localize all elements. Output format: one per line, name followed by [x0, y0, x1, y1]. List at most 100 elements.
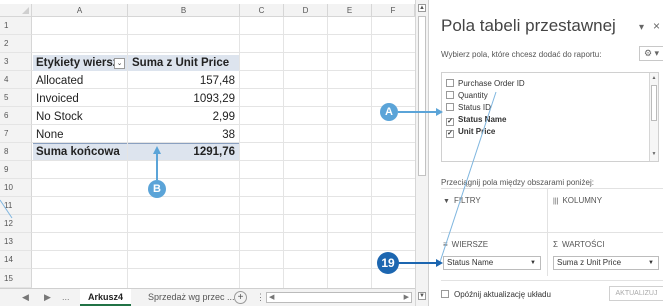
tab-scroll-prev-icon[interactable]: ◀: [22, 292, 29, 303]
chevron-down-icon[interactable]: ▼: [648, 257, 654, 269]
rows-area[interactable]: ≡ WIERSZE: [443, 240, 488, 249]
tab-more-ellipsis[interactable]: ...: [62, 292, 70, 302]
values-area[interactable]: Σ WARTOŚCI: [553, 240, 604, 249]
pane-title: Pola tabeli przestawnej: [441, 16, 616, 35]
pivot-values-header[interactable]: Suma z Unit Price: [128, 55, 239, 71]
pivot-row-label[interactable]: Invoiced: [33, 91, 127, 107]
pivot-row-label[interactable]: No Stock: [33, 109, 127, 125]
defer-update-label: Opóźnij aktualizację układu: [454, 290, 551, 299]
values-field-sum-unit-price[interactable]: Suma z Unit Price ▼: [553, 256, 659, 270]
rows-icon: ≡: [443, 240, 448, 249]
field-label: Unit Price: [458, 127, 496, 136]
field-label: Status Name: [458, 115, 507, 124]
field-purchase-order-id[interactable]: Purchase Order ID: [446, 79, 525, 88]
row-header-12[interactable]: 12: [0, 215, 32, 233]
columns-area-label: KOLUMNY: [562, 196, 603, 205]
filters-area[interactable]: ▼ FILTRY: [443, 196, 481, 205]
gridline: [283, 17, 284, 288]
column-header-b[interactable]: B: [128, 4, 240, 17]
pivot-grand-total-label[interactable]: Suma końcowa: [33, 143, 127, 160]
row-labels-filter-button[interactable]: ⌄: [114, 58, 125, 69]
row-header-11[interactable]: 11: [0, 197, 32, 215]
row-header-8[interactable]: 8: [0, 143, 32, 161]
select-all-corner[interactable]: [0, 4, 32, 17]
tools-gear-icon[interactable]: ⚙ ▾: [639, 46, 663, 61]
pivot-row-labels-header[interactable]: Etykiety wierszy: [33, 55, 127, 71]
values-field-label: Suma z Unit Price: [557, 258, 622, 267]
divider: [441, 232, 663, 233]
gridline: [32, 268, 415, 269]
row-header-7[interactable]: 7: [0, 125, 32, 143]
scroll-down-icon[interactable]: ▼: [651, 151, 657, 157]
gridline: [32, 214, 415, 215]
rows-field-status-name[interactable]: Status Name ▼: [443, 256, 541, 270]
chevron-down-icon[interactable]: ▼: [530, 257, 536, 269]
spreadsheet: A B C D E F 1 2 3 4 5 6 7 8 9 10 11 12 1…: [0, 0, 415, 306]
scrollbar-thumb[interactable]: [651, 85, 657, 121]
checkbox[interactable]: [441, 290, 449, 298]
horizontal-scrollbar[interactable]: ◀ ▶: [266, 292, 412, 303]
column-header-f[interactable]: F: [372, 4, 415, 17]
row-header-1[interactable]: 1: [0, 17, 32, 35]
field-quantity[interactable]: Quantity: [446, 91, 488, 100]
callout-b: B: [148, 180, 166, 198]
column-header-d[interactable]: D: [284, 4, 328, 17]
checkbox[interactable]: [446, 79, 454, 87]
column-header-a[interactable]: A: [32, 4, 128, 17]
row-header-6[interactable]: 6: [0, 107, 32, 125]
pivot-row-value[interactable]: 157,48: [128, 73, 239, 89]
row-header-14[interactable]: 14: [0, 251, 32, 269]
gridline: [371, 17, 372, 288]
column-header-e[interactable]: E: [328, 4, 372, 17]
pane-options-dropdown-icon[interactable]: ▾: [639, 22, 644, 33]
sheet-tab-bar: ◀ ▶ ... Arkusz4 Sprzedaż wg przec ... + …: [0, 288, 415, 306]
scroll-up-icon[interactable]: ▲: [418, 4, 426, 12]
update-button[interactable]: AKTUALIZUJ: [609, 286, 663, 301]
sheet-tab-sprzedaz[interactable]: Sprzedaż wg przec ...: [140, 289, 243, 306]
row-header-13[interactable]: 13: [0, 233, 32, 251]
field-label: Quantity: [458, 91, 488, 100]
vertical-scrollbar[interactable]: ▲ ▼: [415, 0, 428, 306]
row-header-15[interactable]: 15: [0, 269, 32, 288]
scroll-up-icon[interactable]: ▲: [651, 75, 657, 81]
scroll-down-icon[interactable]: ▼: [418, 292, 426, 300]
filters-area-label: FILTRY: [453, 196, 481, 205]
row-header-9[interactable]: 9: [0, 161, 32, 179]
field-status-id[interactable]: Status ID: [446, 103, 491, 112]
scroll-left-icon[interactable]: ◀: [269, 293, 274, 301]
pivot-row-label[interactable]: None: [33, 127, 127, 143]
row-header-4[interactable]: 4: [0, 71, 32, 89]
pivot-grand-total-value[interactable]: 1291,76: [128, 143, 239, 160]
tab-split-handle[interactable]: ⋮: [256, 292, 265, 303]
checkbox[interactable]: [446, 91, 454, 99]
add-sheet-icon[interactable]: +: [234, 291, 247, 304]
columns-area[interactable]: ||| KOLUMNY: [553, 196, 602, 205]
values-area-label: WARTOŚCI: [561, 240, 605, 249]
field-unit-price[interactable]: ✓ Unit Price: [446, 127, 495, 138]
tab-scroll-next-icon[interactable]: ▶: [44, 292, 51, 303]
pivot-row-value[interactable]: 1093,29: [128, 91, 239, 107]
callout-a: A: [380, 103, 398, 121]
field-status-name[interactable]: ✓ Status Name: [446, 115, 506, 126]
scroll-right-icon[interactable]: ▶: [404, 293, 409, 301]
column-header-c[interactable]: C: [240, 4, 284, 17]
divider: [441, 188, 663, 189]
pivot-row-value[interactable]: 38: [128, 127, 239, 143]
sheet-tab-arkusz4[interactable]: Arkusz4: [80, 289, 132, 306]
pivot-row-value[interactable]: 2,99: [128, 109, 239, 125]
scrollbar-thumb[interactable]: [418, 16, 426, 176]
defer-update-checkbox[interactable]: Opóźnij aktualizację układu: [441, 290, 551, 299]
row-header-10[interactable]: 10: [0, 179, 32, 197]
checkbox[interactable]: [446, 103, 454, 111]
checkbox-checked[interactable]: ✓: [446, 130, 454, 138]
close-icon[interactable]: ×: [653, 19, 660, 33]
row-header-5[interactable]: 5: [0, 89, 32, 107]
row-header-3[interactable]: 3: [0, 53, 32, 71]
row-header-2[interactable]: 2: [0, 35, 32, 53]
checkbox-checked[interactable]: ✓: [446, 118, 454, 126]
divider: [441, 280, 663, 281]
choose-fields-label: Wybierz pola, które chcesz dodać do rapo…: [441, 50, 602, 59]
pivot-row-label[interactable]: Allocated: [33, 73, 127, 89]
field-list-scrollbar[interactable]: ▲ ▼: [649, 73, 658, 161]
column-header-row: A B C D E F: [0, 4, 415, 17]
